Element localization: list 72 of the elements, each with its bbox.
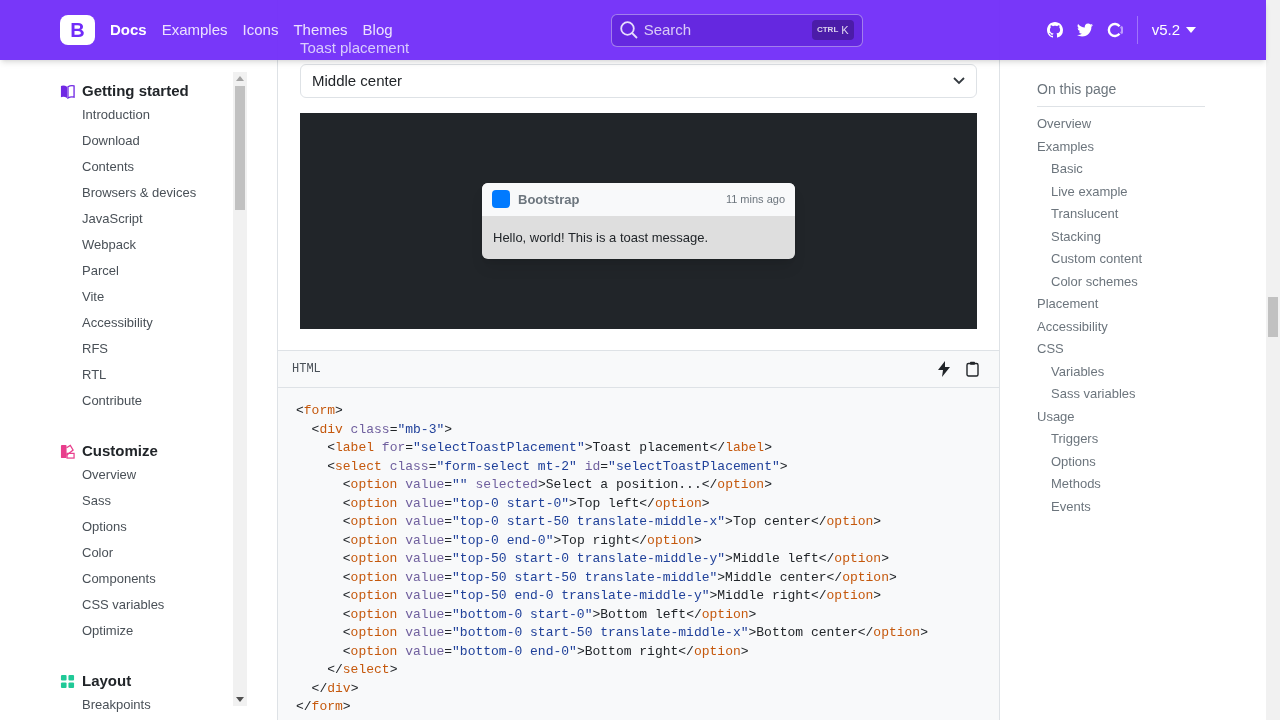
chevron-down-icon bbox=[953, 77, 965, 85]
sidebar-link[interactable]: Download bbox=[82, 128, 140, 154]
toc-link[interactable]: Options bbox=[1051, 450, 1096, 473]
sidebar-link[interactable]: CSS variables bbox=[82, 592, 165, 618]
nav-link[interactable]: Blog bbox=[362, 18, 393, 42]
sidebar-link[interactable]: Vite bbox=[82, 284, 105, 310]
toc-link[interactable]: Placement bbox=[1037, 293, 1099, 316]
search-field[interactable]: Search CTRL K bbox=[610, 13, 863, 47]
toc-link[interactable]: Accessibility bbox=[1037, 315, 1108, 338]
sidebar-link[interactable]: Contribute bbox=[82, 388, 142, 414]
toc-link[interactable]: Translucent bbox=[1051, 203, 1119, 226]
sidebar-link[interactable]: Parcel bbox=[82, 258, 119, 284]
sidebar-link[interactable]: Browsers & devices bbox=[82, 180, 197, 206]
toc-link[interactable]: Color schemes bbox=[1051, 270, 1138, 293]
toc-link[interactable]: Variables bbox=[1051, 360, 1105, 383]
field-label: Toast placement bbox=[300, 39, 410, 56]
sidebar-link[interactable]: Overview bbox=[82, 462, 137, 488]
sidebar-link[interactable]: Components bbox=[82, 566, 156, 592]
toc-link[interactable]: Methods bbox=[1051, 473, 1101, 496]
section-heading: Getting started bbox=[82, 81, 189, 101]
sidebar-link[interactable]: Introduction bbox=[82, 102, 150, 128]
toast-time: 11 mins ago bbox=[725, 192, 785, 207]
scrollbar[interactable] bbox=[233, 72, 247, 706]
sidebar-link[interactable]: Sass bbox=[82, 488, 111, 514]
toc-link[interactable]: Stacking bbox=[1051, 225, 1101, 248]
sidebar-link[interactable]: Contents bbox=[82, 154, 135, 180]
sidebar-link[interactable]: Optimize bbox=[82, 618, 134, 644]
sidebar-link[interactable]: Color bbox=[82, 540, 114, 566]
search-icon bbox=[619, 21, 638, 39]
nav-link[interactable]: Examples bbox=[161, 18, 228, 42]
scrollbar-thumb[interactable] bbox=[235, 86, 245, 210]
sidebar-link[interactable]: Accessibility bbox=[82, 310, 153, 336]
nav-link[interactable]: Icons bbox=[242, 18, 279, 42]
sidebar-link[interactable]: Options bbox=[82, 514, 127, 540]
sidebar-link[interactable]: RFS bbox=[82, 336, 108, 362]
toc-link[interactable]: Examples bbox=[1037, 135, 1095, 158]
sidebar-link[interactable]: JavaScript bbox=[82, 206, 143, 232]
github-icon[interactable] bbox=[1046, 22, 1063, 38]
toc-link[interactable]: Custom content bbox=[1051, 248, 1143, 271]
sidebar-link[interactable]: Breakpoints bbox=[82, 692, 151, 718]
lightning-icon[interactable] bbox=[938, 361, 950, 377]
toc-link[interactable]: Usage bbox=[1037, 405, 1075, 428]
toc-link[interactable]: Events bbox=[1051, 495, 1091, 518]
toc-link[interactable]: Triggers bbox=[1051, 428, 1099, 451]
page-scrollbar[interactable] bbox=[1266, 0, 1280, 720]
square-icon bbox=[492, 190, 510, 209]
toc-link[interactable]: Basic bbox=[1051, 158, 1083, 181]
toast-title: Bootstrap bbox=[518, 190, 580, 209]
bird-icon[interactable] bbox=[1076, 23, 1093, 37]
toc-link[interactable]: Live example bbox=[1051, 180, 1128, 203]
logo[interactable]: B bbox=[60, 15, 95, 45]
nav-link[interactable]: Docs bbox=[110, 18, 147, 42]
ring-icon[interactable] bbox=[1106, 22, 1123, 38]
scroll-down-icon[interactable] bbox=[236, 697, 244, 702]
toc-link[interactable]: Overview bbox=[1037, 113, 1092, 136]
code-text: <form> <div class="mb-3"> <label for="selectToastPlacement">Toast placement</label> <select class="form-select mt-2" id="selectToastPlacement"> <option value="" selected>Select a position...</option> <option value="top-0 start-0">Top left</option> <option value="top-0 start-50 translate-middle-x">Top center</option> <option value="top-0 end-0">Top right</option> <option value="top-50 start-0 translate-middle-y">Middle left</option> <option value="top-50 start-50 translate-middle">Middle center</option> <option value="top-50 end-0 translate-middle-y">Middle right</option> <option value="bottom-0 start-0">Bottom left</option> <option value="bottom-0 start-50 translate-middle-x">Bottom center</option> <option value="bottom-0 end-0">Bottom right</option> </select> </div> </form> bbox=[295, 402, 929, 716]
toc-title: On this page bbox=[1037, 79, 1205, 107]
sidebar-link[interactable]: RTL bbox=[82, 362, 107, 388]
clipboard-icon[interactable] bbox=[966, 361, 979, 377]
shortcut-key: CTRL K bbox=[811, 20, 854, 40]
section-heading: Customize bbox=[82, 441, 158, 461]
placement-select[interactable]: Middle center bbox=[300, 64, 977, 98]
section-heading: Layout bbox=[82, 671, 132, 691]
toast-message: Hello, world! This is a toast message. bbox=[492, 228, 710, 247]
toc-link[interactable]: CSS bbox=[1037, 338, 1064, 361]
nav-link[interactable]: Themes bbox=[293, 18, 348, 42]
sidebar-link[interactable]: Webpack bbox=[82, 232, 136, 258]
toc-link[interactable]: Sass variables bbox=[1051, 383, 1136, 406]
code-language: HTML bbox=[292, 361, 321, 378]
version-dropdown[interactable]: v5.2 bbox=[1151, 18, 1196, 42]
scrollbar-thumb[interactable] bbox=[1268, 297, 1278, 337]
caret-down-icon bbox=[1186, 27, 1196, 33]
